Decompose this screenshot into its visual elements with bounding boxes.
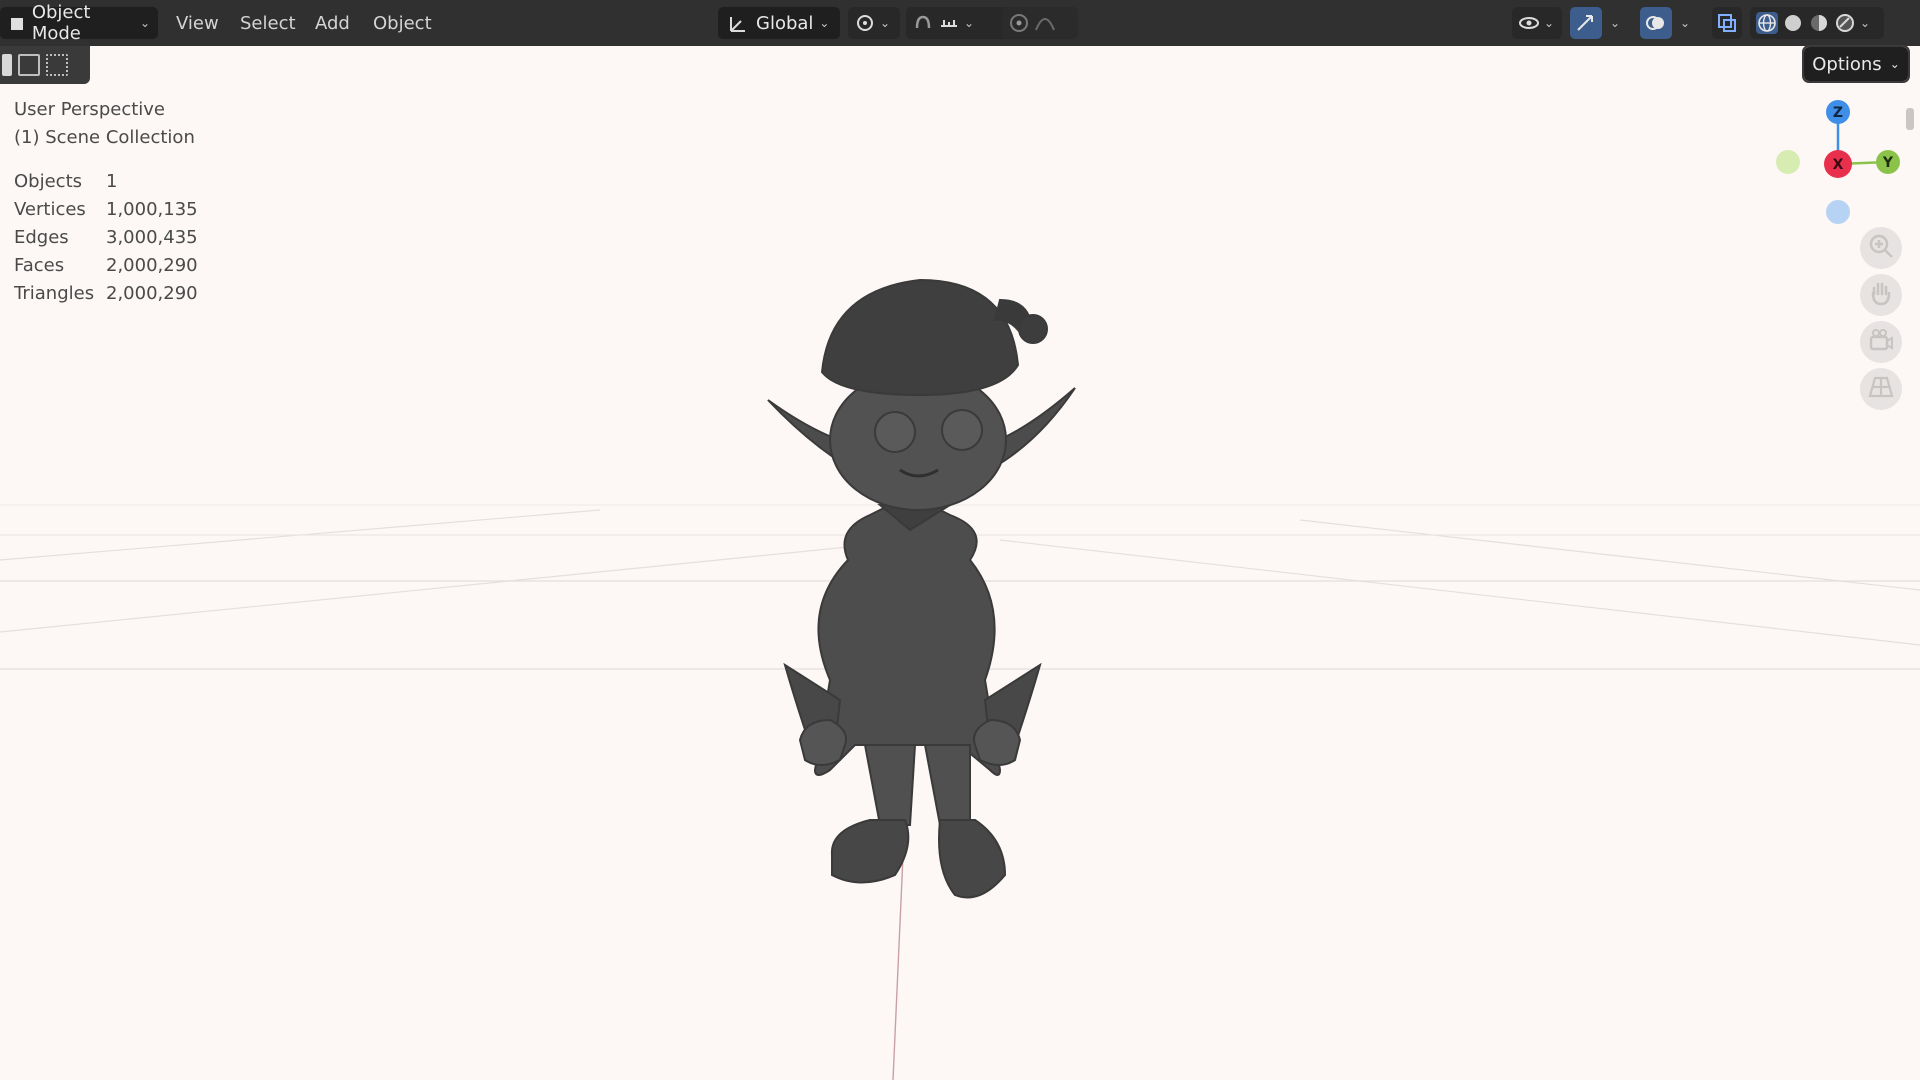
navigation-gizmo[interactable]: Z Y X (1760, 96, 1900, 226)
z-negative-handle[interactable] (1826, 200, 1850, 224)
stat-row-triangles: Triangles 2,000,290 (14, 280, 198, 308)
menu-object[interactable]: Object (363, 7, 442, 39)
zoom-icon (1868, 233, 1894, 263)
pivot-icon (854, 12, 876, 34)
stat-value: 2,000,290 (106, 283, 198, 304)
rendered-shading-icon[interactable] (1834, 12, 1856, 34)
view-name: User Perspective (14, 99, 165, 120)
options-label: Options (1812, 53, 1882, 75)
chevron-down-icon: ⌄ (1679, 16, 1691, 30)
stat-row-edges: Edges 3,000,435 (14, 224, 198, 252)
stat-row-vertices: Vertices 1,000,135 (14, 196, 198, 224)
gizmo-toggle-icon (1574, 12, 1596, 34)
chevron-down-icon[interactable]: ⌄ (1860, 16, 1870, 30)
selectability-visibility-dropdown[interactable]: ⌄ (1512, 7, 1562, 39)
visibility-icon (1518, 12, 1540, 34)
viewport-scrollbar[interactable] (1906, 108, 1914, 130)
grid-perspective-icon (1868, 374, 1894, 404)
falloff-icon[interactable] (1034, 12, 1056, 34)
pivot-point-dropdown[interactable]: ⌄ (848, 7, 900, 39)
gizmo-dropdown[interactable]: ⌄ (1604, 7, 1626, 39)
overlay-toggle-icon (1644, 12, 1666, 34)
chevron-down-icon: ⌄ (1609, 16, 1621, 30)
stat-value: 1 (106, 171, 118, 192)
select-subtract-icon[interactable] (46, 54, 68, 76)
pan-hand-icon (1868, 280, 1894, 310)
overlay-toggle-button[interactable] (1640, 7, 1672, 39)
transform-orientation-dropdown[interactable]: Global ⌄ (718, 7, 840, 39)
chevron-down-icon: ⌄ (1889, 57, 1900, 71)
snap-increment-icon[interactable] (938, 12, 960, 34)
material-shading-icon[interactable] (1808, 12, 1830, 34)
select-mode-toolbar (0, 46, 90, 84)
solid-shading-icon[interactable] (1782, 12, 1804, 34)
select-new-icon[interactable] (2, 54, 12, 76)
active-collection: (1) Scene Collection (14, 127, 195, 148)
camera-view-button[interactable] (1860, 321, 1902, 363)
chevron-down-icon: ⌄ (880, 16, 891, 30)
options-dropdown[interactable]: Options ⌄ (1802, 45, 1910, 83)
stat-label: Edges (14, 227, 69, 248)
stat-label: Triangles (14, 283, 95, 304)
chevron-down-icon[interactable]: ⌄ (964, 16, 974, 30)
select-extend-icon[interactable] (18, 54, 40, 76)
snap-icon[interactable] (912, 12, 934, 34)
stat-label: Faces (14, 255, 65, 276)
elf-character-model[interactable] (767, 278, 1076, 899)
z-axis-label: Z (1833, 105, 1843, 121)
3d-viewport[interactable] (0, 84, 1920, 1080)
stat-value: 3,000,435 (106, 227, 198, 248)
perspective-toggle-button[interactable] (1860, 368, 1902, 410)
proportional-editing-group (1002, 7, 1078, 39)
viewport-header: Object Mode ⌄ View Select Add Object Glo… (0, 0, 1920, 46)
transform-orientation-label: Global (756, 12, 814, 34)
chevron-down-icon: ⌄ (1544, 16, 1555, 30)
stat-row-objects: Objects 1 (14, 168, 198, 196)
xray-icon (1716, 12, 1738, 34)
menu-select[interactable]: Select (230, 7, 306, 39)
menu-add[interactable]: Add (305, 7, 360, 39)
zoom-button[interactable] (1860, 227, 1902, 269)
overlay-dropdown[interactable]: ⌄ (1674, 7, 1696, 39)
stat-value: 2,000,290 (106, 255, 198, 276)
stat-value: 1,000,135 (106, 199, 198, 220)
stat-label: Objects (14, 171, 83, 192)
object-mode-label: Object Mode (31, 2, 91, 44)
y-negative-handle[interactable] (1776, 150, 1800, 174)
camera-icon (1868, 327, 1894, 357)
wireframe-shading-icon[interactable] (1756, 12, 1778, 34)
chevron-down-icon: ⌄ (819, 16, 830, 30)
chevron-down-icon: ⌄ (139, 16, 150, 30)
xray-toggle-button[interactable] (1712, 7, 1742, 39)
pan-button[interactable] (1860, 274, 1902, 316)
stat-row-faces: Faces 2,000,290 (14, 252, 198, 280)
object-mode-dropdown[interactable]: Object Mode ⌄ (0, 2, 158, 44)
y-axis-label: Y (1882, 155, 1894, 171)
transform-orientation-icon (726, 12, 748, 34)
stat-label: Vertices (14, 199, 86, 220)
viewport-info-overlay: User Perspective (1) Scene Collection Ob… (14, 96, 198, 308)
shading-mode-group: ⌄ (1750, 7, 1884, 39)
menu-view[interactable]: View (166, 7, 229, 39)
proportional-editing-icon[interactable] (1008, 12, 1030, 34)
x-axis-label: X (1833, 157, 1844, 173)
object-mode-icon (8, 12, 28, 34)
gizmo-toggle-button[interactable] (1570, 7, 1602, 39)
